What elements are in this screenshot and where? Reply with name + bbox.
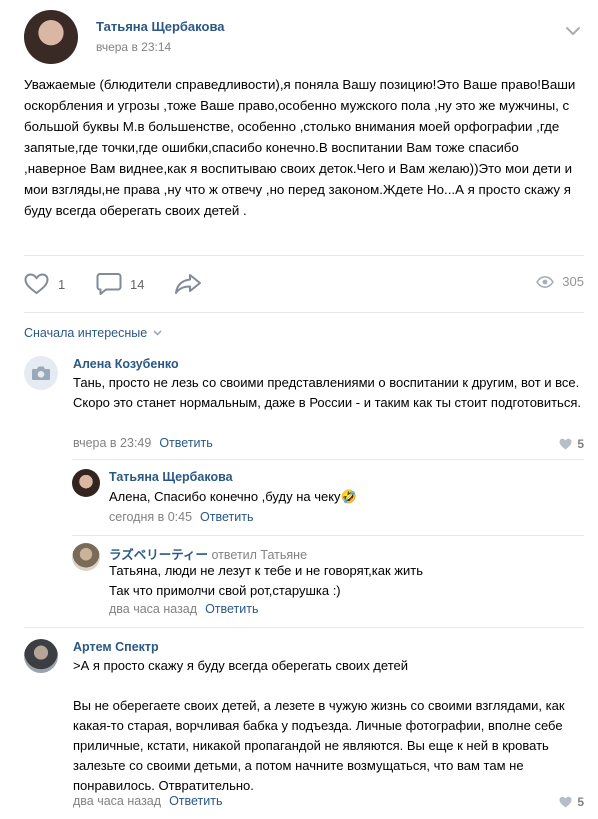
comment-author[interactable]: Татьяна Щербакова xyxy=(109,470,233,484)
avatar[interactable] xyxy=(24,356,58,390)
like-button[interactable]: 1 xyxy=(24,268,65,300)
comment-icon xyxy=(96,273,122,295)
comment-meta: два часа назад Ответить xyxy=(109,602,259,616)
chevron-down-icon xyxy=(153,330,162,336)
comment-author[interactable]: Артем Спектр xyxy=(73,640,159,654)
comment-text: Алена, Спасибо конечно ,буду на чеку🤣 xyxy=(109,487,579,507)
comment-like-count: 5 xyxy=(577,795,584,809)
replied-to-label[interactable]: ответил Татьяне xyxy=(212,548,308,562)
share-button[interactable] xyxy=(174,268,202,300)
comment-time[interactable]: сегодня в 0:45 xyxy=(109,510,192,524)
views-count: 305 xyxy=(562,274,584,289)
comment-meta: два часа назад Ответить xyxy=(73,794,223,808)
comment-item: Артем Спектр >А я просто скажу я буду вс… xyxy=(24,639,584,814)
heart-icon xyxy=(559,438,572,450)
comment-text: Татьяна, люди не лезут к тебе и не говор… xyxy=(109,563,423,598)
comment-item: Татьяна Щербакова Алена, Спасибо конечно… xyxy=(72,469,584,529)
camera-icon xyxy=(32,366,50,380)
heart-icon xyxy=(24,273,49,295)
like-count: 1 xyxy=(58,276,66,292)
post-text: Уважаемые (блюдители справедливости),я п… xyxy=(24,77,580,218)
divider xyxy=(24,255,584,256)
comment-like-count: 5 xyxy=(577,437,584,451)
heart-icon xyxy=(559,796,572,808)
comment-author[interactable]: Алена Козубенко xyxy=(73,357,179,371)
divider xyxy=(24,627,584,628)
reply-link[interactable]: Ответить xyxy=(205,602,258,616)
avatar[interactable] xyxy=(72,543,100,571)
post-actions: 1 14 305 xyxy=(24,268,584,300)
divider xyxy=(72,535,584,536)
emoji: 🤣 xyxy=(340,489,357,504)
share-icon xyxy=(175,274,201,294)
comment-button[interactable]: 14 xyxy=(96,268,144,300)
sort-dropdown[interactable]: Сначала интересные xyxy=(24,326,162,340)
comment-text: Тань, просто не лезь со своими представл… xyxy=(73,375,583,410)
comment-item: ラズベリーティー ответил Татьяне Татьяна, люди н… xyxy=(72,543,584,619)
author-avatar[interactable] xyxy=(24,10,78,64)
comment-meta: вчера в 23:49 Ответить xyxy=(73,436,213,450)
reply-link[interactable]: Ответить xyxy=(169,794,222,808)
post-author-name[interactable]: Татьяна Щербакова xyxy=(96,19,225,34)
comment-author[interactable]: ラズベリーティー xyxy=(109,548,208,562)
divider xyxy=(72,459,584,460)
views-counter: 305 xyxy=(536,274,584,289)
reply-link[interactable]: Ответить xyxy=(159,436,212,450)
divider xyxy=(24,312,584,313)
comment-like-button[interactable]: 5 xyxy=(559,437,584,451)
post-time[interactable]: вчера в 23:14 xyxy=(96,40,171,54)
chevron-down-icon[interactable] xyxy=(566,26,580,36)
comment-time[interactable]: вчера в 23:49 xyxy=(73,436,151,450)
sort-label: Сначала интересные xyxy=(24,326,148,340)
comment-count: 14 xyxy=(130,276,145,292)
comment-item: Алена Козубенко Тань, просто не лезь со … xyxy=(24,356,584,456)
comment-meta: сегодня в 0:45 Ответить xyxy=(109,510,253,524)
reply-link[interactable]: Ответить xyxy=(200,510,253,524)
comment-text-body: Алена, Спасибо конечно ,буду на чеку xyxy=(109,489,341,504)
avatar[interactable] xyxy=(24,639,58,673)
comment-time[interactable]: два часа назад xyxy=(109,602,197,616)
eye-icon xyxy=(536,275,555,288)
avatar[interactable] xyxy=(72,469,100,497)
post-header: Татьяна Щербакова вчера в 23:14 xyxy=(24,10,584,64)
comment-time[interactable]: два часа назад xyxy=(73,794,161,808)
comment-like-button[interactable]: 5 xyxy=(559,795,584,809)
comment-text: >А я просто скажу я буду всегда оберегат… xyxy=(73,658,565,793)
